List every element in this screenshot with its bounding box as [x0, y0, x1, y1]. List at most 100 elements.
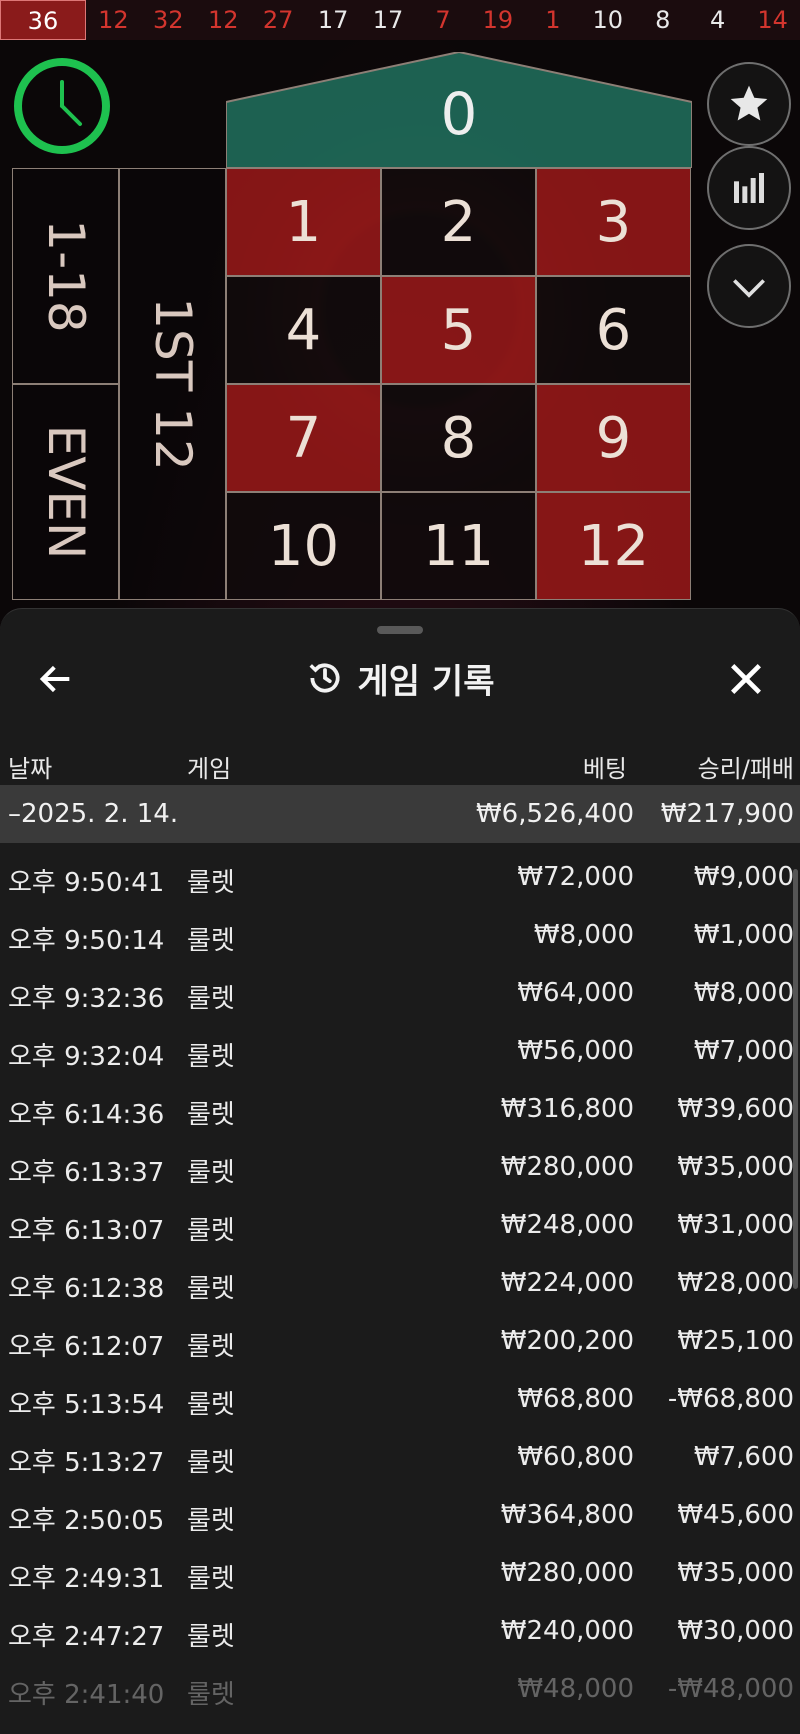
bet-spot-number[interactable]: 10	[226, 492, 381, 600]
history-row[interactable]: 오후 2:50:05 룰렛 ₩364,800 ₩45,600	[0, 1481, 800, 1539]
history-row[interactable]: 오후 2:41:40 룰렛 ₩48,000 -₩48,000	[0, 1655, 800, 1713]
row-game: 룰렛	[187, 1448, 235, 1478]
history-row[interactable]: 오후 2:47:27 룰렛 ₩240,000 ₩30,000	[0, 1597, 800, 1655]
bet-spot-1-18[interactable]: 1-18	[12, 168, 119, 384]
back-button[interactable]	[36, 659, 76, 699]
row-bet: ₩200,200	[500, 1326, 634, 1356]
result-number: 27	[262, 6, 294, 34]
bet-spot-number[interactable]: 12	[536, 492, 691, 600]
history-row[interactable]: 오후 9:50:41 룰렛 ₩72,000 ₩9,000	[0, 843, 800, 901]
row-game: 룰렛	[187, 1274, 235, 1304]
row-game: 룰렛	[187, 1680, 235, 1710]
row-bet: ₩364,800	[500, 1500, 634, 1530]
bet-spot-number[interactable]: 9	[536, 384, 691, 492]
row-game: 룰렛	[187, 1332, 235, 1362]
row-win-loss: ₩8,000	[693, 978, 794, 1008]
even-label: EVEN	[36, 424, 95, 560]
date-group-win: ₩217,900	[660, 799, 794, 829]
history-row[interactable]: 오후 9:32:36 룰렛 ₩64,000 ₩8,000	[0, 959, 800, 1017]
row-win-loss: ₩45,600	[677, 1500, 794, 1530]
header-game: 게임	[187, 755, 232, 783]
result-number: 32	[153, 6, 184, 34]
row-bet: ₩248,000	[500, 1210, 634, 1240]
history-row[interactable]: 오후 6:13:37 룰렛 ₩280,000 ₩35,000	[0, 1133, 800, 1191]
bet-spot-number[interactable]: 8	[381, 384, 536, 492]
close-button[interactable]	[726, 659, 766, 699]
close-icon	[731, 664, 761, 694]
arrow-left-icon	[39, 665, 70, 693]
favorite-button[interactable]	[707, 62, 791, 146]
result-number: 12	[207, 6, 239, 34]
row-bet: ₩60,800	[517, 1442, 634, 1472]
header-win-loss: 승리/패배	[697, 755, 794, 783]
roulette-screen: { "results_strip":[ {"n":"36","c":"red"}…	[0, 0, 800, 1734]
row-time: 오후 6:14:36	[8, 1100, 165, 1130]
row-win-loss: ₩35,000	[677, 1558, 794, 1588]
row-bet: ₩48,000	[517, 1674, 634, 1704]
history-row[interactable]: 오후 9:50:14 룰렛 ₩8,000 ₩1,000	[0, 901, 800, 959]
drag-handle[interactable]	[377, 626, 423, 634]
row-win-loss: ₩7,000	[693, 1036, 794, 1066]
bet-spot-number[interactable]: 11	[381, 492, 536, 600]
bet-spot-number[interactable]: 6	[536, 276, 691, 384]
sheet-header: 게임 기록	[0, 643, 800, 713]
history-row[interactable]: 오후 6:13:07 룰렛 ₩248,000 ₩31,000	[0, 1191, 800, 1249]
results-history-strip: 36 12 32 12 27 17 17 7 19 1 10 8 4 14	[0, 0, 800, 40]
row-bet: ₩280,000	[500, 1558, 634, 1588]
star-icon	[730, 85, 768, 121]
dozen-label: 1ST 12	[143, 297, 202, 471]
history-icon	[309, 663, 340, 693]
row-bet: ₩72,000	[517, 862, 634, 892]
history-row[interactable]: 오후 5:13:27 룰렛 ₩60,800 ₩7,600	[0, 1423, 800, 1481]
scrollbar[interactable]	[793, 869, 798, 1289]
bet-spot-number[interactable]: 4	[226, 276, 381, 384]
history-row[interactable]: 오후 6:12:38 룰렛 ₩224,000 ₩28,000	[0, 1249, 800, 1307]
history-list: 오후 9:50:41 룰렛 ₩72,000 ₩9,000 오후 9:50:14 룰렛 ₩8,…	[0, 843, 800, 1713]
row-win-loss: ₩7,600	[693, 1442, 794, 1472]
bet-spot-zero[interactable]: 0	[226, 52, 692, 168]
header-date: 날짜	[8, 755, 53, 783]
row-win-loss: ₩1,000	[693, 920, 794, 950]
collapse-button[interactable]	[707, 244, 791, 328]
bet-spot-first-dozen[interactable]: 1ST 12	[119, 168, 226, 600]
result-number: 7	[435, 6, 451, 34]
bet-spot-number[interactable]: 2	[381, 168, 536, 276]
low-label: 1-18	[36, 219, 95, 333]
row-win-loss: ₩30,000	[677, 1616, 794, 1646]
row-time: 오후 6:13:07	[8, 1216, 165, 1246]
statistics-button[interactable]	[707, 146, 791, 230]
date-group-row[interactable]: –2025. 2. 14. ₩6,526,400 ₩217,900	[0, 785, 800, 843]
history-row[interactable]: 오후 9:32:04 룰렛 ₩56,000 ₩7,000	[0, 1017, 800, 1075]
row-game: 룰렛	[187, 984, 235, 1014]
row-game: 룰렛	[187, 1216, 235, 1246]
bet-spot-number[interactable]: 5	[381, 276, 536, 384]
row-bet: ₩316,800	[500, 1094, 634, 1124]
row-game: 룰렛	[187, 1100, 235, 1130]
bet-spot-even[interactable]: EVEN	[12, 384, 119, 600]
date-group-label: –2025. 2. 14.	[8, 799, 179, 829]
history-row[interactable]: 오후 6:12:07 룰렛 ₩200,200 ₩25,100	[0, 1307, 800, 1365]
header-bet: 베팅	[582, 755, 627, 783]
row-time: 오후 6:12:07	[8, 1332, 165, 1362]
bet-spot-number[interactable]: 7	[226, 384, 381, 492]
column-headers: 날짜 게임 베팅 승리/패배	[0, 745, 800, 785]
history-row[interactable]: 오후 5:13:54 룰렛 ₩68,800 -₩68,800	[0, 1365, 800, 1423]
sheet-title-text: 게임 기록	[357, 661, 495, 702]
history-row[interactable]: 오후 6:14:36 룰렛 ₩316,800 ₩39,600	[0, 1075, 800, 1133]
clock-icon	[14, 58, 110, 154]
history-row[interactable]: 오후 2:49:31 룰렛 ₩280,000 ₩35,000	[0, 1539, 800, 1597]
bet-spot-number[interactable]: 1	[226, 168, 381, 276]
row-win-loss: ₩9,000	[693, 862, 794, 892]
chevron-down-icon	[733, 279, 765, 298]
row-time: 오후 2:47:27	[8, 1622, 165, 1652]
result-number: 19	[482, 6, 514, 34]
row-win-loss: -₩48,000	[667, 1674, 794, 1704]
bet-spot-number[interactable]: 3	[536, 168, 691, 276]
row-bet: ₩64,000	[517, 978, 634, 1008]
result-number: 1	[545, 6, 561, 34]
zero-label: 0	[440, 80, 478, 148]
sheet-title: 게임 기록	[0, 643, 800, 713]
row-time: 오후 6:12:38	[8, 1274, 165, 1304]
row-game: 룰렛	[187, 868, 235, 898]
row-win-loss: ₩28,000	[677, 1268, 794, 1298]
